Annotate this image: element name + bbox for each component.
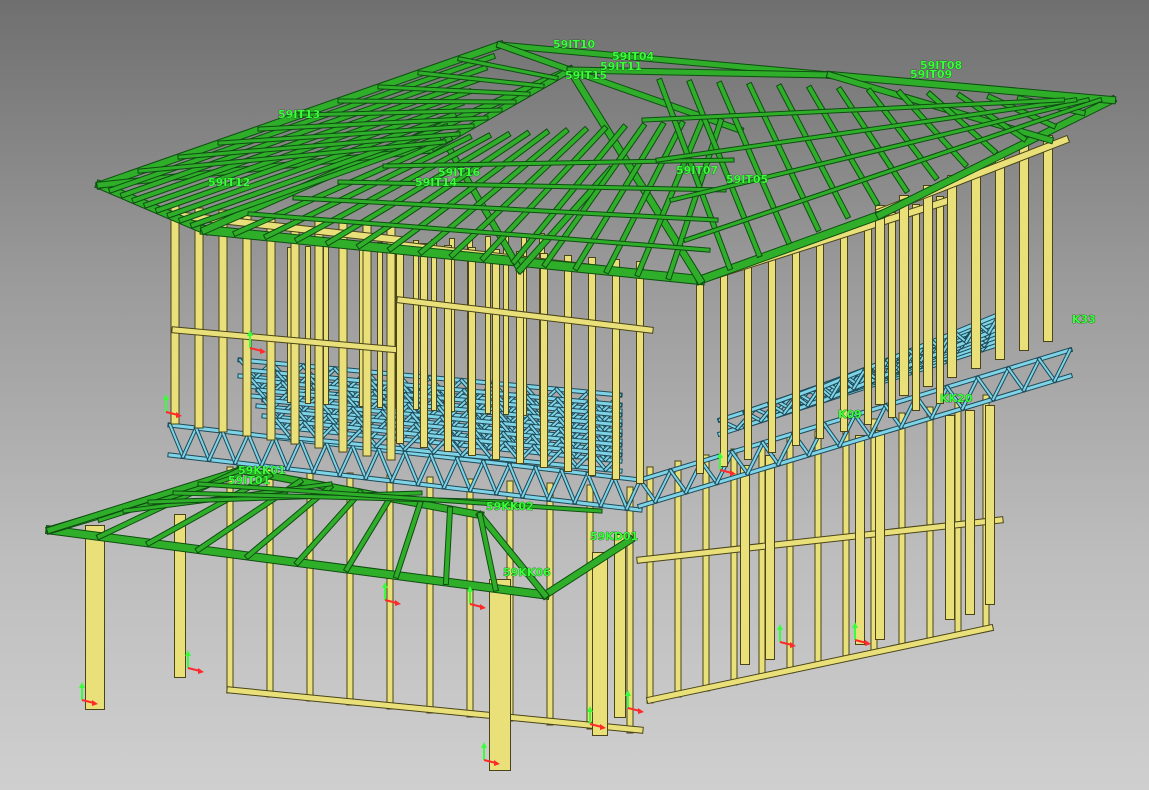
axis-x-head <box>260 348 266 354</box>
axis-x-head <box>198 668 204 674</box>
label-59it13: 59IT13 <box>278 108 320 121</box>
axis-x-head <box>865 640 871 646</box>
label-59it07: 59IT07 <box>676 164 718 177</box>
3d-model-viewport[interactable]: 59IT10 59IT04 59IT11 59IT15 59IT08 59IT0… <box>0 0 1149 790</box>
front-edge-joist-web <box>325 442 342 477</box>
front-edge-joist-web <box>181 426 198 458</box>
front-edge-joist-web <box>247 432 263 468</box>
axis-y-head <box>777 624 783 630</box>
right-edge-joist-web <box>1007 367 1026 392</box>
back-rafter <box>338 99 516 104</box>
front-edge-joist-web <box>455 457 472 492</box>
label-59it12: 59IT12 <box>208 176 250 189</box>
front-edge-joist-web <box>521 466 537 498</box>
label-59kk02: 59KK02 <box>486 500 534 513</box>
front-edge-joist-web <box>612 475 629 510</box>
label-59it14: 59IT14 <box>415 176 458 189</box>
label-59it15: 59IT15 <box>565 69 607 82</box>
axis-y-head <box>163 394 169 400</box>
label-59kk06: 59KK06 <box>503 566 551 579</box>
front-edge-joist-web <box>286 438 302 471</box>
front-edge-joist-web <box>573 472 590 504</box>
label-59it10: 59IT10 <box>553 38 596 51</box>
label-kk20: KK20 <box>940 392 973 405</box>
front-edge-joist-web <box>194 426 211 461</box>
front-edge-joist-web <box>207 429 224 461</box>
label-59it09: 59IT09 <box>910 68 952 81</box>
steel-frame-house-model: 59IT10 59IT04 59IT11 59IT15 59IT08 59IT0… <box>44 38 1118 771</box>
front-edge-joist-web <box>442 457 459 489</box>
porch-rafter <box>393 501 423 579</box>
axis-x-head <box>638 708 644 714</box>
front-edge-joist-web <box>260 435 276 468</box>
front-edge-joist-web <box>233 432 250 464</box>
front-edge-joist-web <box>168 423 185 458</box>
right-edge-joist-web <box>1037 357 1057 383</box>
label-59it01: 59IT01 <box>228 474 270 487</box>
label-k33: K33 <box>1072 313 1096 326</box>
front-edge-joist-web <box>220 429 237 464</box>
front-edge-joist-web <box>299 438 315 474</box>
label-59kd01: 59KD01 <box>590 530 638 543</box>
label-59it05: 59IT05 <box>726 173 768 186</box>
axis-x-head <box>395 600 401 606</box>
label-k09: K09 <box>838 408 862 421</box>
axis-y-head <box>79 682 85 688</box>
front-edge-joist-web <box>403 451 420 486</box>
front-edge-joist-web <box>599 475 616 507</box>
front-edge-joist-web <box>468 460 485 492</box>
lower-front-sill <box>227 687 643 733</box>
right-edge-joist-web <box>822 422 842 448</box>
front-edge-joist-web <box>482 460 498 495</box>
axis-x-head <box>480 604 486 610</box>
front-edge-joist-web <box>560 469 577 504</box>
axis-y-head <box>481 742 487 748</box>
